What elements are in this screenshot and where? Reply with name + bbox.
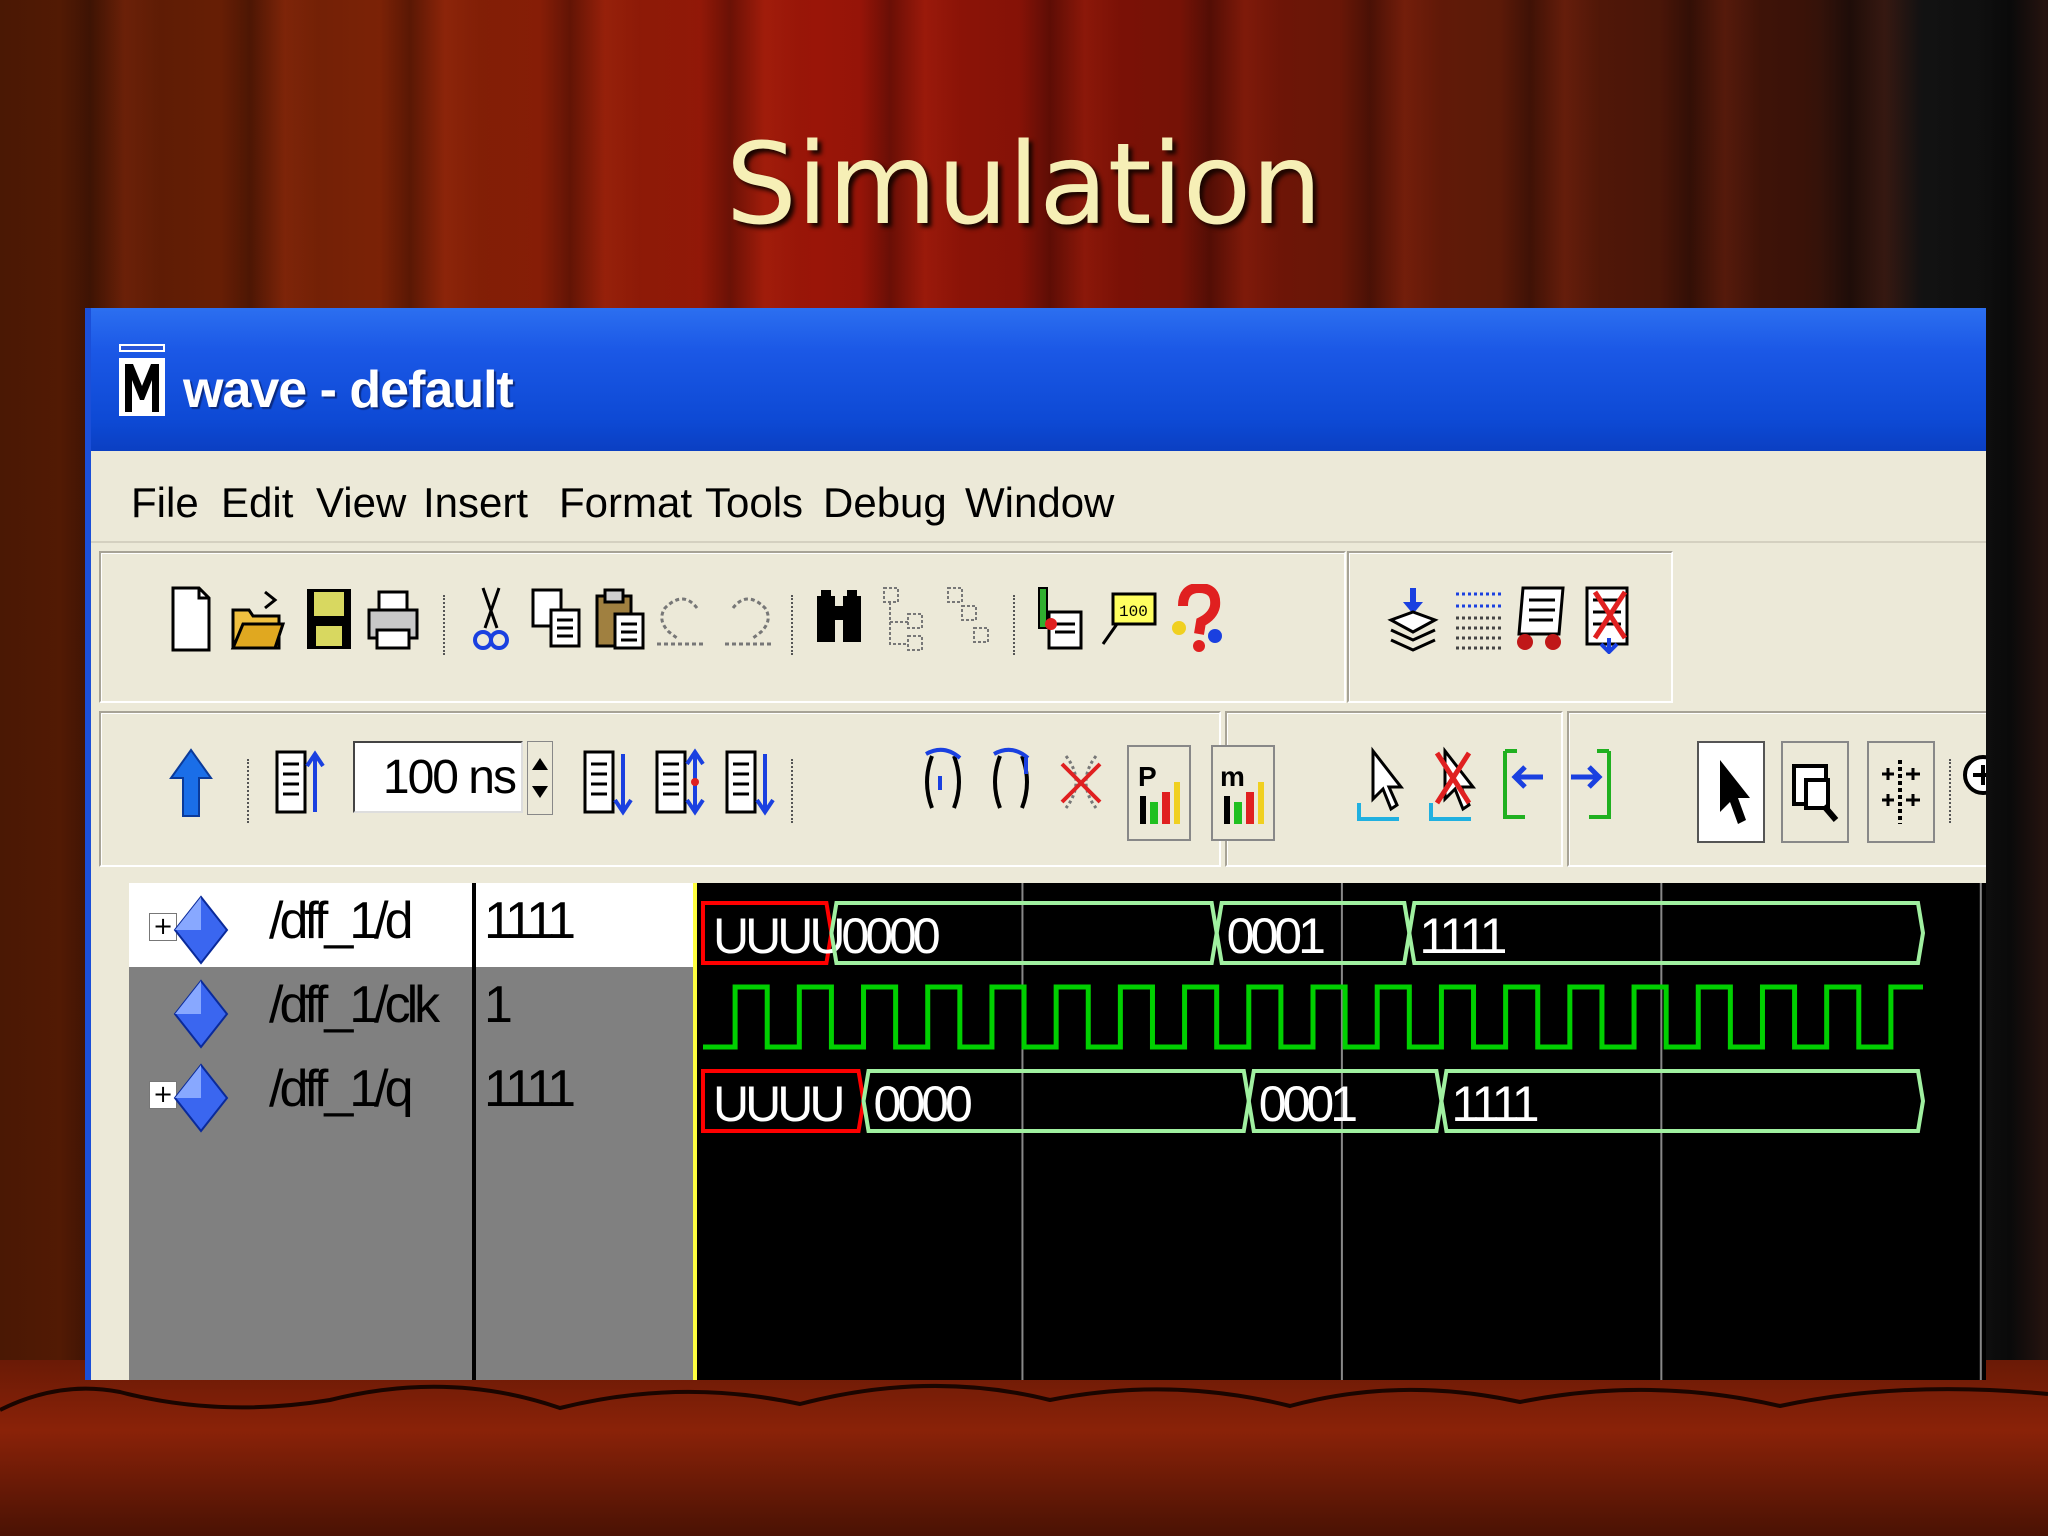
copy-icon[interactable] xyxy=(527,581,587,657)
run-length-spinner[interactable] xyxy=(527,741,553,815)
toolbar-separator xyxy=(443,595,445,655)
previous-edge-icon[interactable] xyxy=(1493,745,1553,821)
menu-view[interactable]: View xyxy=(316,479,406,527)
signal-names-pane: + /dff_1/d /dff_1/clk + /dff_1/q xyxy=(129,883,472,1380)
performance-icon[interactable]: P xyxy=(1127,745,1191,841)
run-icon[interactable] xyxy=(271,745,331,821)
bus-value-label: 1111 xyxy=(1451,1076,1537,1132)
svg-text:P: P xyxy=(1138,761,1157,792)
svg-text:m: m xyxy=(1220,761,1245,792)
signal-name: /dff_1/d xyxy=(269,892,414,950)
delete-icon[interactable] xyxy=(1579,581,1639,657)
delete-cursor-icon[interactable] xyxy=(1423,745,1483,821)
menu-bar: File Edit View Insert Format Tools Debug… xyxy=(91,451,1986,543)
signal-value: 1 xyxy=(484,976,513,1034)
compile-icon[interactable] xyxy=(1031,581,1091,657)
insert-marker-icon[interactable] xyxy=(1867,741,1935,843)
find-icon[interactable] xyxy=(809,581,869,657)
toolbar-separator xyxy=(247,759,249,823)
bus-value-label: UUUU xyxy=(713,908,842,964)
bus-value-label: 0001 xyxy=(1259,1076,1356,1132)
bus-signal-icon xyxy=(173,895,229,965)
toolbar-separator xyxy=(791,595,793,655)
insert-divider-icon[interactable] xyxy=(1383,581,1443,657)
select-mode-icon[interactable] xyxy=(1697,741,1765,843)
signal-value: 1111 xyxy=(484,892,576,950)
menu-file[interactable]: File xyxy=(131,479,199,527)
signal-row-q[interactable]: + /dff_1/q xyxy=(129,1051,472,1135)
new-file-icon[interactable] xyxy=(161,581,221,657)
open-folder-icon[interactable] xyxy=(227,581,287,657)
memory-icon[interactable]: m xyxy=(1211,745,1275,841)
collapse-icon[interactable] xyxy=(875,581,935,657)
print-icon[interactable] xyxy=(363,581,423,657)
help-icon[interactable] xyxy=(1167,581,1227,657)
run-continue-icon[interactable] xyxy=(579,745,639,821)
restart-icon[interactable] xyxy=(161,745,221,821)
clock-waveform xyxy=(703,984,1923,1050)
redo-icon[interactable] xyxy=(719,581,779,657)
toolbar-row-1: 100 xyxy=(91,543,1986,703)
window-title: wave - default xyxy=(183,361,514,419)
save-icon[interactable] xyxy=(299,581,359,657)
bus-signal-icon xyxy=(173,1063,229,1133)
signal-row-d[interactable]: + /dff_1/d xyxy=(129,883,472,967)
continue-icon[interactable] xyxy=(1051,745,1111,821)
undo-icon[interactable] xyxy=(651,581,711,657)
grid-icon[interactable] xyxy=(1449,581,1509,657)
wave-window: wave - default File Edit View Insert For… xyxy=(85,308,1986,1380)
bus-value-label: 0001 xyxy=(1227,908,1324,964)
toolbar-separator xyxy=(791,759,793,823)
toolbar-row-2: 100 ns P m xyxy=(91,703,1986,883)
bus-value-label: 0000 xyxy=(874,1076,971,1132)
waveform-canvas[interactable]: UUUU 0000 0001 1111UUUU 0000 0001 1111 xyxy=(693,883,1986,1380)
value-row-clk[interactable]: 1 xyxy=(476,967,693,1051)
break-icon[interactable] xyxy=(981,745,1041,821)
step-over-icon[interactable] xyxy=(913,745,973,821)
wave-pane: + /dff_1/d /dff_1/clk + /dff_1/q 1111 1 xyxy=(91,883,1986,1380)
macro-icon[interactable] xyxy=(1511,581,1571,657)
run-length-input[interactable]: 100 ns xyxy=(353,741,523,813)
next-edge-icon[interactable] xyxy=(1561,745,1621,821)
insert-cursor-icon[interactable] xyxy=(1351,745,1411,821)
menu-insert[interactable]: Insert xyxy=(423,479,528,527)
svg-text:100: 100 xyxy=(1119,603,1148,621)
slide-title: Simulation xyxy=(725,120,1323,250)
toolbar-separator xyxy=(1013,595,1015,655)
toolbar-separator xyxy=(1949,759,1951,823)
value-row-q[interactable]: 1111 xyxy=(476,1051,693,1135)
bus-value-label: UUUU xyxy=(713,1076,842,1132)
tooltip-icon[interactable]: 100 xyxy=(1099,581,1159,657)
step-icon[interactable] xyxy=(721,745,781,821)
cut-icon[interactable] xyxy=(461,581,521,657)
signal-name: /dff_1/q xyxy=(269,1060,414,1118)
bus-value-label: 1111 xyxy=(1419,908,1505,964)
menu-format[interactable]: Format xyxy=(559,479,692,527)
bus-value-label: 0000 xyxy=(841,908,938,964)
paste-icon[interactable] xyxy=(591,581,651,657)
menu-edit[interactable]: Edit xyxy=(221,479,293,527)
wave-left-margin xyxy=(91,883,129,1380)
zoom-in-icon[interactable] xyxy=(1957,745,1986,821)
bit-signal-icon xyxy=(173,979,229,1049)
menu-tools[interactable]: Tools xyxy=(705,479,803,527)
signal-name: /dff_1/clk xyxy=(269,976,440,1034)
signal-value: 1111 xyxy=(484,1060,576,1118)
expand-icon[interactable] xyxy=(939,581,999,657)
value-row-d[interactable]: 1111 xyxy=(476,883,693,967)
run-all-icon[interactable] xyxy=(651,745,711,821)
zoom-mode-icon[interactable] xyxy=(1781,741,1849,843)
title-bar[interactable]: wave - default xyxy=(91,308,1986,451)
modelsim-m-icon xyxy=(119,344,165,416)
signal-values-pane: 1111 1 1111 xyxy=(476,883,693,1380)
menu-window[interactable]: Window xyxy=(965,479,1114,527)
menu-debug[interactable]: Debug xyxy=(823,479,947,527)
signal-row-clk[interactable]: /dff_1/clk xyxy=(129,967,472,1051)
